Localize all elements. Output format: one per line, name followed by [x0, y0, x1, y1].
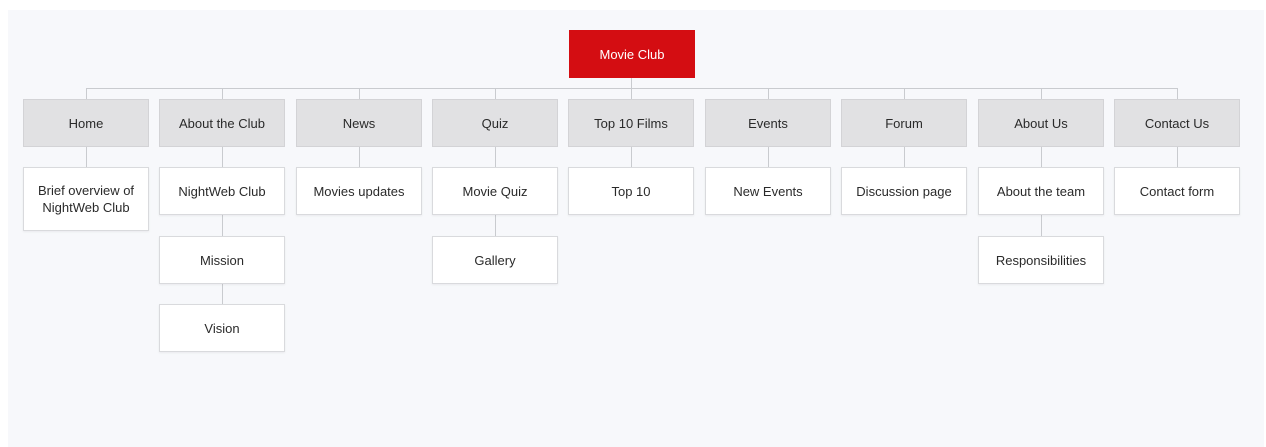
root-node-movie-club[interactable]: Movie Club	[569, 30, 695, 78]
page-top-10[interactable]: Top 10	[568, 167, 694, 215]
page-mission[interactable]: Mission	[159, 236, 285, 284]
page-gallery[interactable]: Gallery	[432, 236, 558, 284]
section-about-us[interactable]: About Us	[978, 99, 1104, 147]
page-contact-form[interactable]: Contact form	[1114, 167, 1240, 215]
section-about-the-club[interactable]: About the Club	[159, 99, 285, 147]
section-forum[interactable]: Forum	[841, 99, 967, 147]
connector-about-us-child-1	[1041, 147, 1042, 167]
connector-about-club	[222, 88, 223, 99]
section-contact-us[interactable]: Contact Us	[1114, 99, 1240, 147]
section-news[interactable]: News	[296, 99, 422, 147]
connector-events-child-1	[768, 147, 769, 167]
connector-home	[86, 88, 87, 99]
horizontal-bus	[86, 88, 1178, 89]
connector-top10-child-1	[631, 147, 632, 167]
connector-about-club-child-2	[222, 215, 223, 236]
connector-about-us	[1041, 88, 1042, 99]
connector-about-club-child-1	[222, 147, 223, 167]
connector-news	[359, 88, 360, 99]
connector-forum-child-1	[904, 147, 905, 167]
connector-about-us-child-2	[1041, 215, 1042, 236]
page-movie-quiz[interactable]: Movie Quiz	[432, 167, 558, 215]
connector-contact-child-1	[1177, 147, 1178, 167]
connector-top10	[631, 88, 632, 99]
section-home[interactable]: Home	[23, 99, 149, 147]
section-events[interactable]: Events	[705, 99, 831, 147]
page-about-the-team[interactable]: About the team	[978, 167, 1104, 215]
page-movies-updates[interactable]: Movies updates	[296, 167, 422, 215]
connector-events	[768, 88, 769, 99]
page-vision[interactable]: Vision	[159, 304, 285, 352]
connector-quiz-child-2	[495, 215, 496, 236]
connector-quiz-child-1	[495, 147, 496, 167]
page-discussion[interactable]: Discussion page	[841, 167, 967, 215]
page-new-events[interactable]: New Events	[705, 167, 831, 215]
page-responsibilities[interactable]: Responsibilities	[978, 236, 1104, 284]
connector-contact	[1177, 88, 1178, 99]
connector-quiz	[495, 88, 496, 99]
connector-forum	[904, 88, 905, 99]
page-nightweb-club[interactable]: NightWeb Club	[159, 167, 285, 215]
section-quiz[interactable]: Quiz	[432, 99, 558, 147]
connector-home-child-1	[86, 147, 87, 167]
page-brief-overview[interactable]: Brief overview of NightWeb Club	[23, 167, 149, 231]
connector-news-child-1	[359, 147, 360, 167]
section-top-10-films[interactable]: Top 10 Films	[568, 99, 694, 147]
connector-about-club-child-3	[222, 284, 223, 304]
